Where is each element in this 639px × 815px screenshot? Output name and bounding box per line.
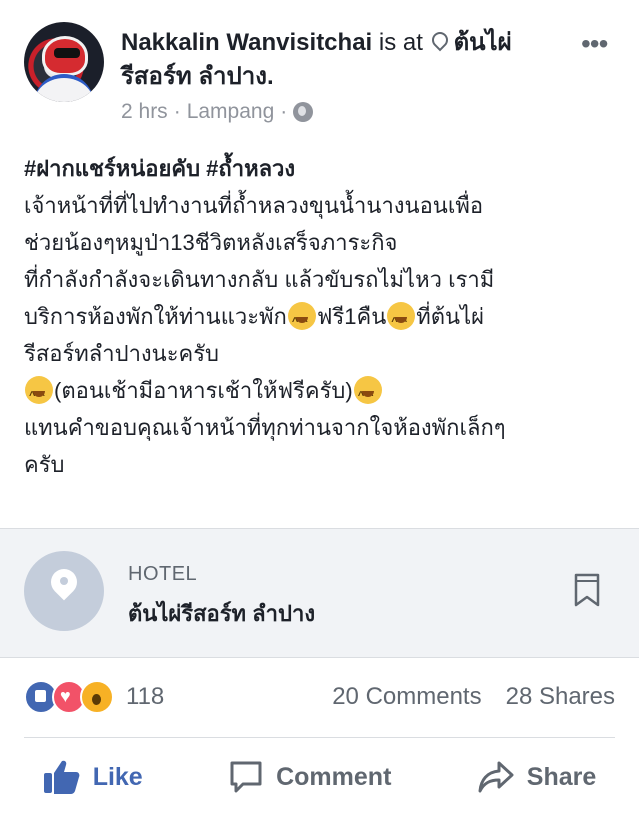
is-at-text: is at: [378, 29, 423, 56]
author-name[interactable]: Nakkalin Wanvisitchai: [121, 29, 372, 56]
post-text: บริการห้องพักให้ท่านแวะพัก: [24, 304, 287, 329]
meta-separator: ·: [173, 100, 181, 123]
grin-emoji-icon: [25, 376, 53, 415]
grin-emoji-icon: [353, 376, 382, 415]
avatar-visor: [54, 48, 80, 58]
share-label: Share: [526, 762, 597, 791]
smile-emoji-icon: [387, 302, 416, 341]
post-body: #ฝากแชร์หน่อยคับ #ถ้ำหลวง เจ้าหน้าที่ที่…: [24, 150, 624, 483]
post-line: บริการห้องพักให้ท่านแวะพัก ฟรี1คืน ที่ต้นไ…: [24, 298, 624, 341]
like-button[interactable]: Like: [43, 759, 143, 795]
post-line: เจ้าหน้าที่ที่ไปทำงานที่ถ้ำหลวงขุนน้ำนาง…: [24, 193, 484, 218]
post-line: ช่วยน้องๆหมูป่า13ชีวิตหลังเสร็จภาระกิจ: [24, 230, 398, 255]
author-avatar[interactable]: [24, 22, 104, 102]
place-title[interactable]: ต้นไผ่รีสอร์ท ลำปาง: [128, 596, 315, 631]
divider: [24, 737, 615, 738]
thumbs-up-icon: [43, 760, 80, 794]
place-category: HOTEL: [128, 563, 198, 585]
smile-emoji-icon: [287, 302, 316, 341]
public-globe-icon[interactable]: [293, 102, 314, 122]
save-bookmark-icon[interactable]: [574, 573, 600, 607]
location-pin-icon: [428, 28, 451, 52]
comments-count-link[interactable]: 20 Comments: [332, 683, 481, 711]
post-hashtags[interactable]: #ฝากแชร์หน่อยคับ #ถ้ำหลวง: [24, 150, 624, 187]
post-line: แทนคำขอบคุณเจ้าหน้าที่ทุกท่านจากใจห้องพั…: [24, 415, 506, 440]
like-label: Like: [92, 762, 143, 791]
post-text: ที่ต้นไผ่: [416, 304, 485, 329]
reaction-count: 118: [126, 683, 165, 710]
shares-count-link[interactable]: 28 Shares: [506, 683, 615, 711]
post-meta: 2 hrs · Lampang ·: [121, 100, 314, 124]
post-location[interactable]: Lampang: [187, 100, 275, 124]
post-text: (ตอนเช้ามีอาหารเช้าให้ฟรีครับ): [54, 378, 353, 403]
post-line: ครับ: [24, 452, 65, 477]
share-arrow-icon: [478, 761, 514, 793]
meta-separator: ·: [280, 100, 288, 123]
comment-bubble-icon: [230, 761, 262, 793]
post-line: ที่กำลังกำลังจะเดินทางกลับ แล้วขับรถไม่ไ…: [24, 267, 495, 292]
comment-label: Comment: [276, 762, 392, 791]
engagement-stats: 20 Comments 28 Shares: [332, 683, 615, 711]
wow-reaction-icon: [80, 680, 114, 714]
post-header-title: Nakkalin Wanvisitchai is at ต้นไผ่รีสอร์…: [121, 26, 571, 94]
post-line: (ตอนเช้ามีอาหารเช้าให้ฟรีครับ): [24, 372, 624, 415]
map-pin-icon: [24, 551, 104, 631]
post-text: ฟรี1คืน: [316, 304, 387, 329]
post-time[interactable]: 2 hrs: [121, 100, 168, 124]
action-bar: Like Comment Share: [0, 752, 639, 802]
avatar-suit: [34, 74, 94, 102]
post-line: รีสอร์ทลำปางนะครับ: [24, 341, 220, 366]
comment-button[interactable]: Comment: [228, 759, 391, 795]
more-options-button[interactable]: •••: [581, 28, 608, 60]
place-card[interactable]: HOTEL ต้นไผ่รีสอร์ท ลำปาง: [0, 528, 639, 658]
share-button[interactable]: Share: [477, 759, 596, 795]
map-pin-dot: [60, 577, 68, 585]
reactions-summary[interactable]: 118: [24, 680, 164, 714]
